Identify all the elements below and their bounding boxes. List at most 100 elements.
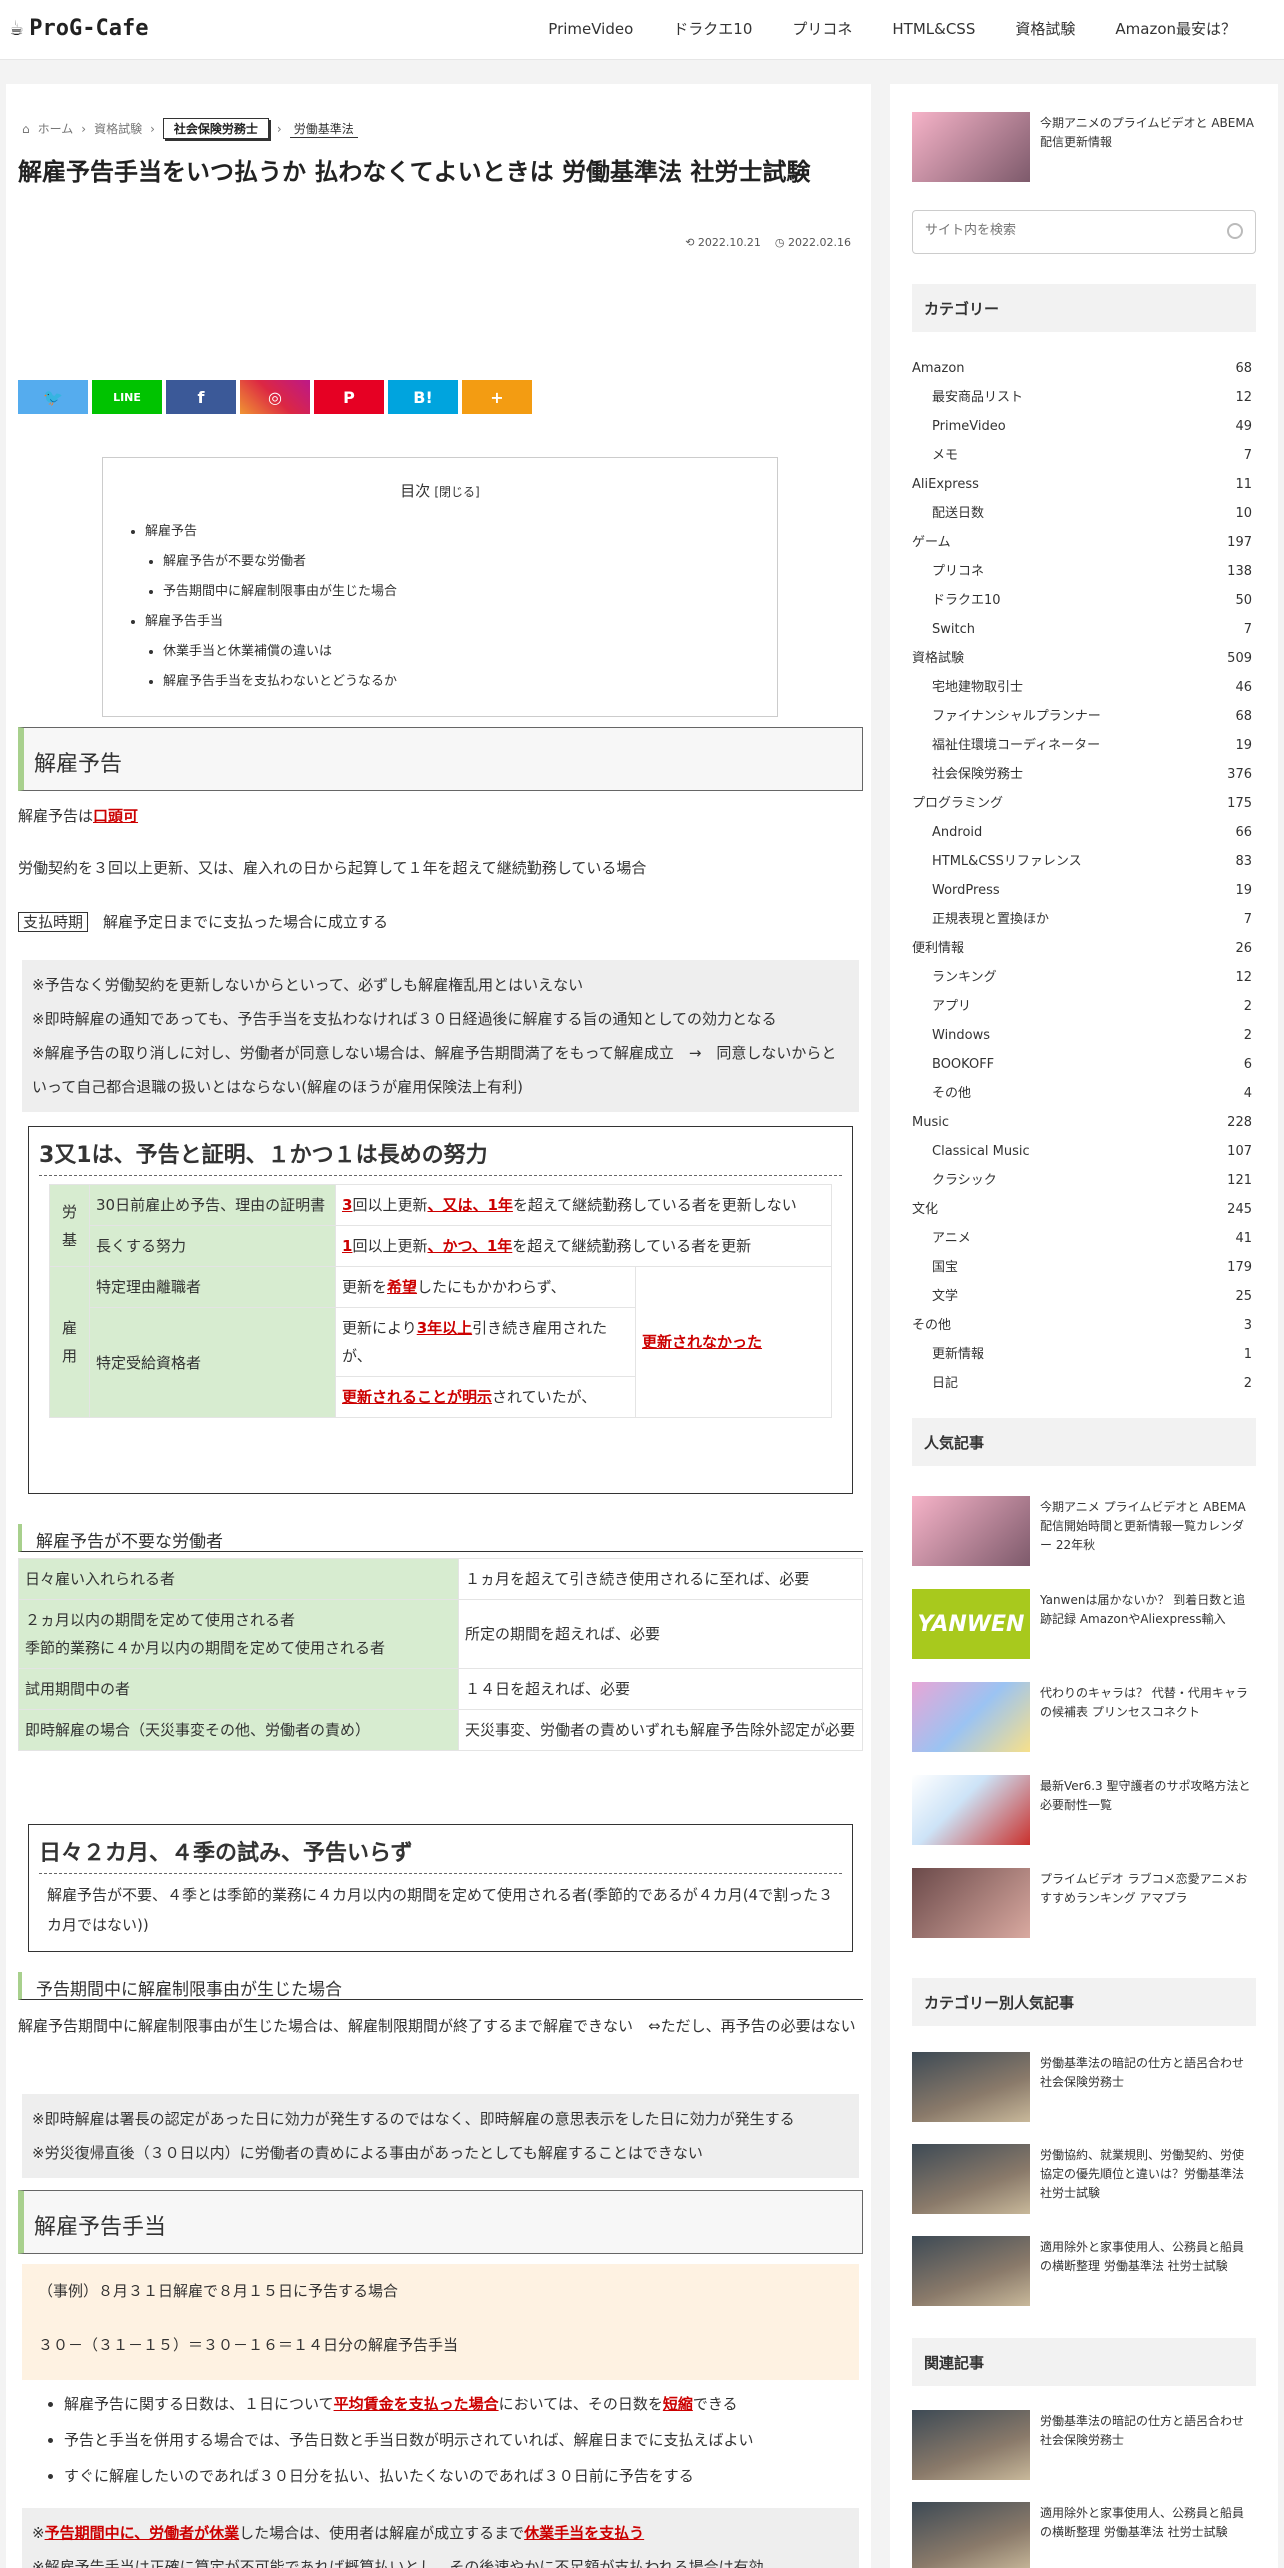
breadcrumb-shikaku[interactable]: 資格試験 [94, 120, 142, 137]
share-instagram-button[interactable]: ◎ [240, 380, 310, 414]
nav-amazon[interactable]: Amazon最安は？ [1095, 18, 1256, 40]
share-more-button[interactable]: + [462, 380, 532, 414]
category-item[interactable]: プリコネ 138 [912, 557, 1256, 586]
category-item[interactable]: Windows 2 [912, 1021, 1256, 1050]
plus-icon: + [490, 387, 504, 407]
breadcrumb-home[interactable]: ホーム [38, 120, 74, 137]
category-item[interactable]: 文化 245 [912, 1195, 1256, 1224]
article-thumbnail: YANWEN [912, 1589, 1030, 1659]
category-item[interactable]: 最安商品リスト 12 [912, 383, 1256, 412]
sidebar-article-card[interactable]: 代わりのキャラは？ 代替・代用キャラの候補表 プリンセスコネクト [912, 1682, 1256, 1754]
sidebar-article-card[interactable]: 労働基準法の暗記の仕方と語呂合わせ 社会保険労務士 [912, 2052, 1256, 2124]
category-count: 68 [1235, 361, 1252, 376]
share-line-button[interactable]: LINE [92, 380, 162, 414]
category-item[interactable]: AliExpress 11 [912, 470, 1256, 499]
toc-item[interactable]: 休業手当と休業補償の違いは [163, 637, 777, 667]
section-heading: 解雇予告 [18, 727, 863, 791]
exempt-table: 日々雇い入れられる者 １ヵ月を超えて引き続き使用されるに至れば、必要 ２ヵ月以内の… [18, 1558, 863, 1751]
heading-text: 解雇予告が不要な労働者 [36, 1532, 223, 1552]
table-cell: 更新により3年以上引き続き雇用されたが、 [335, 1307, 636, 1377]
share-pinterest-button[interactable]: P [314, 380, 384, 414]
category-item[interactable]: ランキング 12 [912, 963, 1256, 992]
sidebar-article-card[interactable]: 適用除外と家事使用人、公務員と船員の横断整理 労働基準法 社労士試験 [912, 2236, 1256, 2308]
share-twitter-button[interactable]: 🐦 [18, 380, 88, 414]
search-icon[interactable] [1227, 223, 1243, 239]
category-item[interactable]: PrimeVideo 49 [912, 412, 1256, 441]
table-cell: 特定理由離職者 [89, 1266, 336, 1308]
category-item[interactable]: Amazon 68 [912, 354, 1256, 383]
toc-item[interactable]: 解雇予告 解雇予告が不要な労働者 予告期間中に解雇制限事由が生じた場合 [145, 517, 777, 607]
category-item[interactable]: 福祉住環境コーディネーター 19 [912, 731, 1256, 760]
category-label: その他 [912, 1318, 952, 1333]
text: されていたが、 [492, 1388, 597, 1406]
toc-item[interactable]: 解雇予告が不要な労働者 [163, 547, 777, 577]
category-item[interactable]: 便利情報 26 [912, 934, 1256, 963]
category-item[interactable]: 国宝 179 [912, 1253, 1256, 1282]
sidebar-article-card[interactable]: 今期アニメ プライムビデオと ABEMA配信開始時間と更新情報一覧カレンダー 2… [912, 1496, 1256, 1568]
breadcrumb-roukihou[interactable]: 労働基準法 [289, 120, 358, 138]
text: 更新により [342, 1319, 417, 1337]
site-logo[interactable]: ☕ ProG-Cafe [10, 16, 148, 41]
category-item[interactable]: 配送日数 10 [912, 499, 1256, 528]
category-label: アプリ [932, 999, 972, 1014]
toc-item[interactable]: 解雇予告手当を支払わないとどうなるか [163, 667, 777, 697]
category-item[interactable]: アプリ 2 [912, 992, 1256, 1021]
category-item[interactable]: HTML&CSSリファレンス 83 [912, 847, 1256, 876]
category-label: 更新情報 [932, 1347, 985, 1362]
sidebar-article-card[interactable]: プライムビデオ ラブコメ恋愛アニメおすすめランキング アマプラ [912, 1868, 1256, 1940]
sidebar-article-card[interactable]: 労働基準法の暗記の仕方と語呂合わせ 社会保険労務士 [912, 2410, 1256, 2482]
category-count: 41 [1235, 1231, 1252, 1246]
sidebar-article-card[interactable]: YANWEN Yanwenは届かないか？ 到着日数と追跡記録 AmazonやAli… [912, 1589, 1256, 1661]
category-item[interactable]: Classical Music 107 [912, 1137, 1256, 1166]
category-item[interactable]: メモ 7 [912, 441, 1256, 470]
memo-text: 解雇予告が不要、４季とは季節的業務に４カ月以内の期間を定めて使用される者(季節的… [47, 1886, 834, 1934]
category-item[interactable]: アニメ 41 [912, 1224, 1256, 1253]
toc-item[interactable]: 予告期間中に解雇制限事由が生じた場合 [163, 577, 777, 607]
share-facebook-button[interactable]: f [166, 380, 236, 414]
nav-dq10[interactable]: ドラクエ10 [653, 18, 772, 40]
category-item[interactable]: プログラミング 175 [912, 789, 1256, 818]
category-count: 26 [1235, 941, 1252, 956]
category-count: 6 [1243, 1057, 1252, 1072]
sidebar-article-card[interactable]: 労働協約、就業規則、労働契約、労使協定の優先順位と違いは？労働基準法 社労士試験 [912, 2144, 1256, 2216]
updated-value: 2022.02.16 [788, 236, 851, 249]
category-item[interactable]: Switch 7 [912, 615, 1256, 644]
share-hatena-button[interactable]: B! [388, 380, 458, 414]
category-item[interactable]: ゲーム 197 [912, 528, 1256, 557]
nav-shikaku[interactable]: 資格試験 [995, 18, 1095, 40]
category-item[interactable]: 日記 2 [912, 1369, 1256, 1398]
category-item[interactable]: ドラクエ10 50 [912, 586, 1256, 615]
article-title: プライムビデオ ラブコメ恋愛アニメおすすめランキング アマプラ [1040, 1872, 1248, 1905]
category-item[interactable]: BOOKOFF 6 [912, 1050, 1256, 1079]
category-item[interactable]: 更新情報 1 [912, 1340, 1256, 1369]
table-cell: 即時解雇の場合（天災事変その他、労働者の責め） [18, 1709, 459, 1751]
text: 回以上更新 [352, 1237, 428, 1255]
category-label: PrimeVideo [932, 419, 1006, 434]
toc-toggle[interactable]: [閉じる] [434, 485, 479, 499]
nav-priconne[interactable]: プリコネ [772, 18, 872, 40]
sidebar-article-card[interactable]: 今期アニメのプライムビデオと ABEMA配信更新情報 [912, 112, 1256, 184]
search-input[interactable] [925, 222, 1215, 237]
category-item[interactable]: Music 228 [912, 1108, 1256, 1137]
category-item[interactable]: 社会保険労務士 376 [912, 760, 1256, 789]
category-count: 7 [1243, 448, 1252, 463]
pinterest-icon: P [343, 387, 355, 407]
category-count: 376 [1227, 767, 1252, 782]
category-item[interactable]: クラシック 121 [912, 1166, 1256, 1195]
toc-item[interactable]: 解雇予告手当 休業手当と休業補償の違いは 解雇予告手当を支払わないとどうなるか [145, 607, 777, 697]
text: 回以上更新 [352, 1196, 428, 1214]
category-item[interactable]: ファイナンシャルプランナー 68 [912, 702, 1256, 731]
category-item[interactable]: Android 66 [912, 818, 1256, 847]
breadcrumb-sharoushi[interactable]: 社会保険労務士 [162, 118, 269, 139]
sidebar-article-card[interactable]: 適用除外と家事使用人、公務員と船員の横断整理 労働基準法 社労士試験 [912, 2502, 1256, 2568]
category-item[interactable]: 文学 25 [912, 1282, 1256, 1311]
sidebar-article-card[interactable]: 最新Ver6.3 聖守護者のサポ攻略方法と必要耐性一覧 [912, 1775, 1256, 1847]
nav-primevideo[interactable]: PrimeVideo [528, 18, 653, 40]
category-item[interactable]: 宅地建物取引士 46 [912, 673, 1256, 702]
category-item[interactable]: WordPress 19 [912, 876, 1256, 905]
category-item[interactable]: 資格試験 509 [912, 644, 1256, 673]
category-item[interactable]: その他 4 [912, 1079, 1256, 1108]
nav-htmlcss[interactable]: HTML&CSS [872, 18, 995, 40]
category-item[interactable]: 正規表現と置換ほか 7 [912, 905, 1256, 934]
category-item[interactable]: その他 3 [912, 1311, 1256, 1340]
